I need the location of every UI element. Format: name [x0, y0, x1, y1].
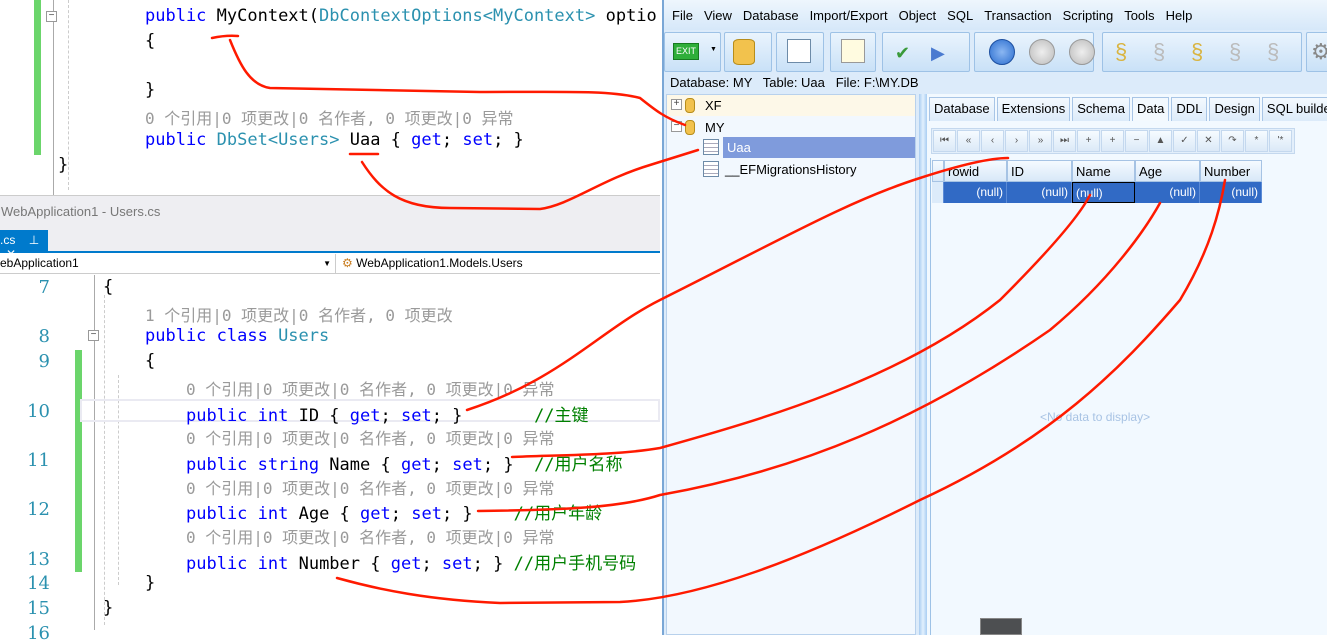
annotation-stroke: [510, 193, 1092, 459]
annotation-stroke: [465, 156, 1010, 412]
annotation-stroke: [335, 178, 1227, 605]
annotation-stroke: [476, 201, 1162, 513]
annotation-stroke: [210, 34, 687, 127]
annotation-stroke: [348, 148, 700, 211]
annotation-overlay: [210, 34, 1227, 605]
